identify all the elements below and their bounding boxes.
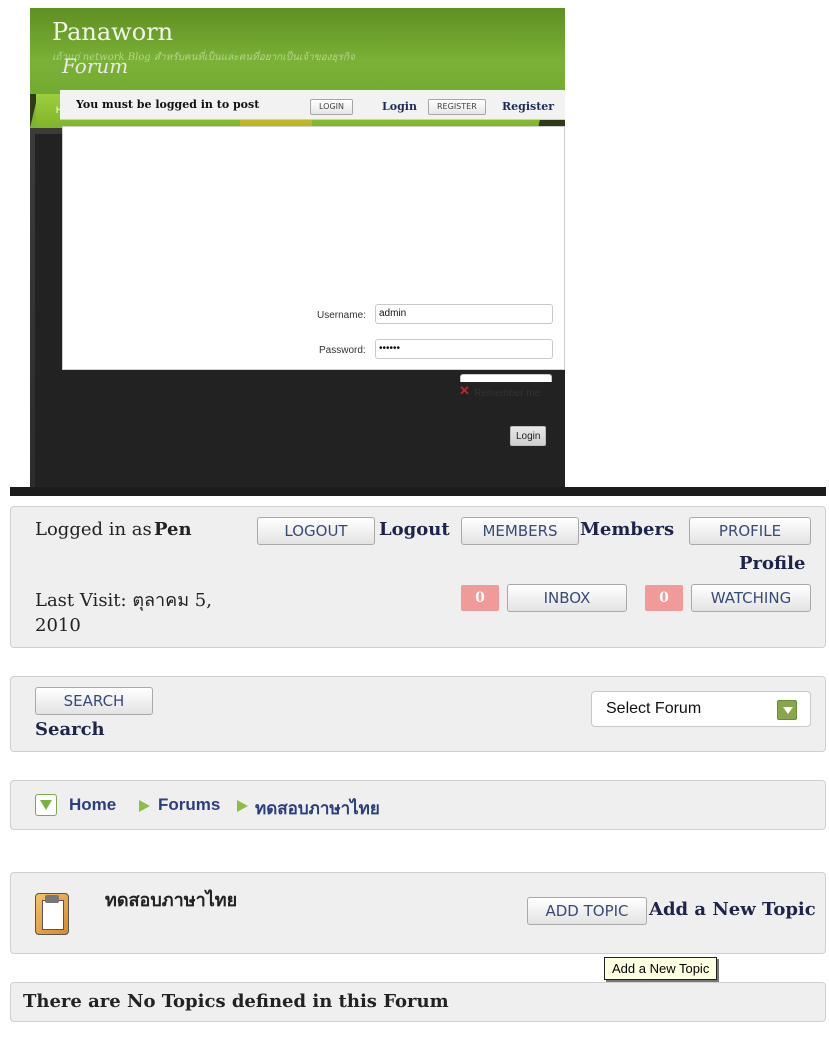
login-required-bar: You must be logged in to post LOGIN Logi…: [60, 90, 565, 120]
watching-button[interactable]: WATCHING: [691, 584, 811, 612]
members-link[interactable]: Members: [580, 519, 674, 540]
register-button[interactable]: REGISTER: [428, 99, 486, 115]
remember-me-check-icon[interactable]: ✕: [459, 384, 470, 399]
select-forum-value: Select Forum: [606, 700, 702, 717]
login-button[interactable]: LOGIN: [310, 99, 354, 115]
empty-topics-message: There are No Topics defined in this Foru…: [23, 991, 449, 1012]
add-topic-button[interactable]: ADD TOPIC: [527, 897, 647, 925]
last-visit-year: 2010: [35, 615, 81, 636]
remember-me-label[interactable]: Remember me: [474, 388, 540, 399]
username-field[interactable]: admin: [375, 304, 553, 324]
blog-screenshot: Panaworn เถ้าแก่ network Blog สำหรับคนที…: [30, 8, 565, 490]
breadcrumb-arrow-icon: [237, 800, 248, 812]
chevron-down-icon[interactable]: [777, 700, 797, 720]
section-divider: [10, 487, 826, 496]
password-label: Password:: [319, 345, 366, 356]
logout-link[interactable]: Logout: [379, 519, 450, 540]
password-field[interactable]: ••••••: [375, 339, 553, 359]
username-label: Username:: [317, 310, 366, 321]
watching-count-badge: 0: [645, 585, 683, 611]
forum-heading: Forum: [62, 54, 129, 78]
login-submit-button[interactable]: Login: [510, 426, 547, 446]
add-topic-link[interactable]: Add a New Topic: [649, 899, 816, 920]
login-required-message: You must be logged in to post: [76, 98, 260, 111]
logout-button[interactable]: LOGOUT: [257, 517, 375, 545]
last-visit: Last Visit: ตุลาคม 5,: [35, 590, 212, 611]
current-user: Pen: [154, 519, 192, 540]
register-link[interactable]: Register: [502, 100, 554, 113]
breadcrumb-toggle-icon[interactable]: [35, 794, 57, 816]
logged-in-prefix: Logged in as: [35, 519, 152, 540]
login-form: [62, 126, 565, 370]
partial-button: [460, 374, 552, 382]
search-button[interactable]: SEARCH: [35, 687, 153, 715]
inbox-button[interactable]: INBOX: [507, 584, 627, 612]
forum-name: ทดสอบภาษาไทย: [105, 890, 238, 910]
breadcrumb-current: ทดสอบภาษาไทย: [255, 799, 380, 818]
add-topic-tooltip: Add a New Topic: [604, 957, 718, 980]
members-button[interactable]: MEMBERS: [461, 517, 579, 545]
breadcrumb-forums[interactable]: Forums: [158, 795, 220, 815]
forum-header-panel: ทดสอบภาษาไทย ADD TOPIC Add a New Topic: [10, 872, 826, 954]
search-panel: SEARCH Search Select Forum: [10, 676, 826, 752]
breadcrumb-arrow-icon: [139, 800, 150, 812]
search-link[interactable]: Search: [35, 719, 105, 740]
user-status-panel: Logged in as Pen Last Visit: ตุลาคม 5, 2…: [10, 506, 826, 648]
empty-topics-panel: There are No Topics defined in this Foru…: [10, 982, 826, 1022]
site-title[interactable]: Panaworn: [52, 18, 173, 46]
clipboard-icon: [35, 893, 69, 935]
profile-button[interactable]: PROFILE: [689, 517, 811, 545]
breadcrumb-home[interactable]: Home: [69, 795, 116, 815]
profile-link[interactable]: Profile: [739, 553, 805, 574]
inbox-count-badge: 0: [461, 585, 499, 611]
select-forum-dropdown[interactable]: Select Forum: [591, 691, 811, 727]
login-link[interactable]: Login: [382, 100, 417, 113]
breadcrumb: Home Forums ทดสอบภาษาไทย: [10, 780, 826, 830]
